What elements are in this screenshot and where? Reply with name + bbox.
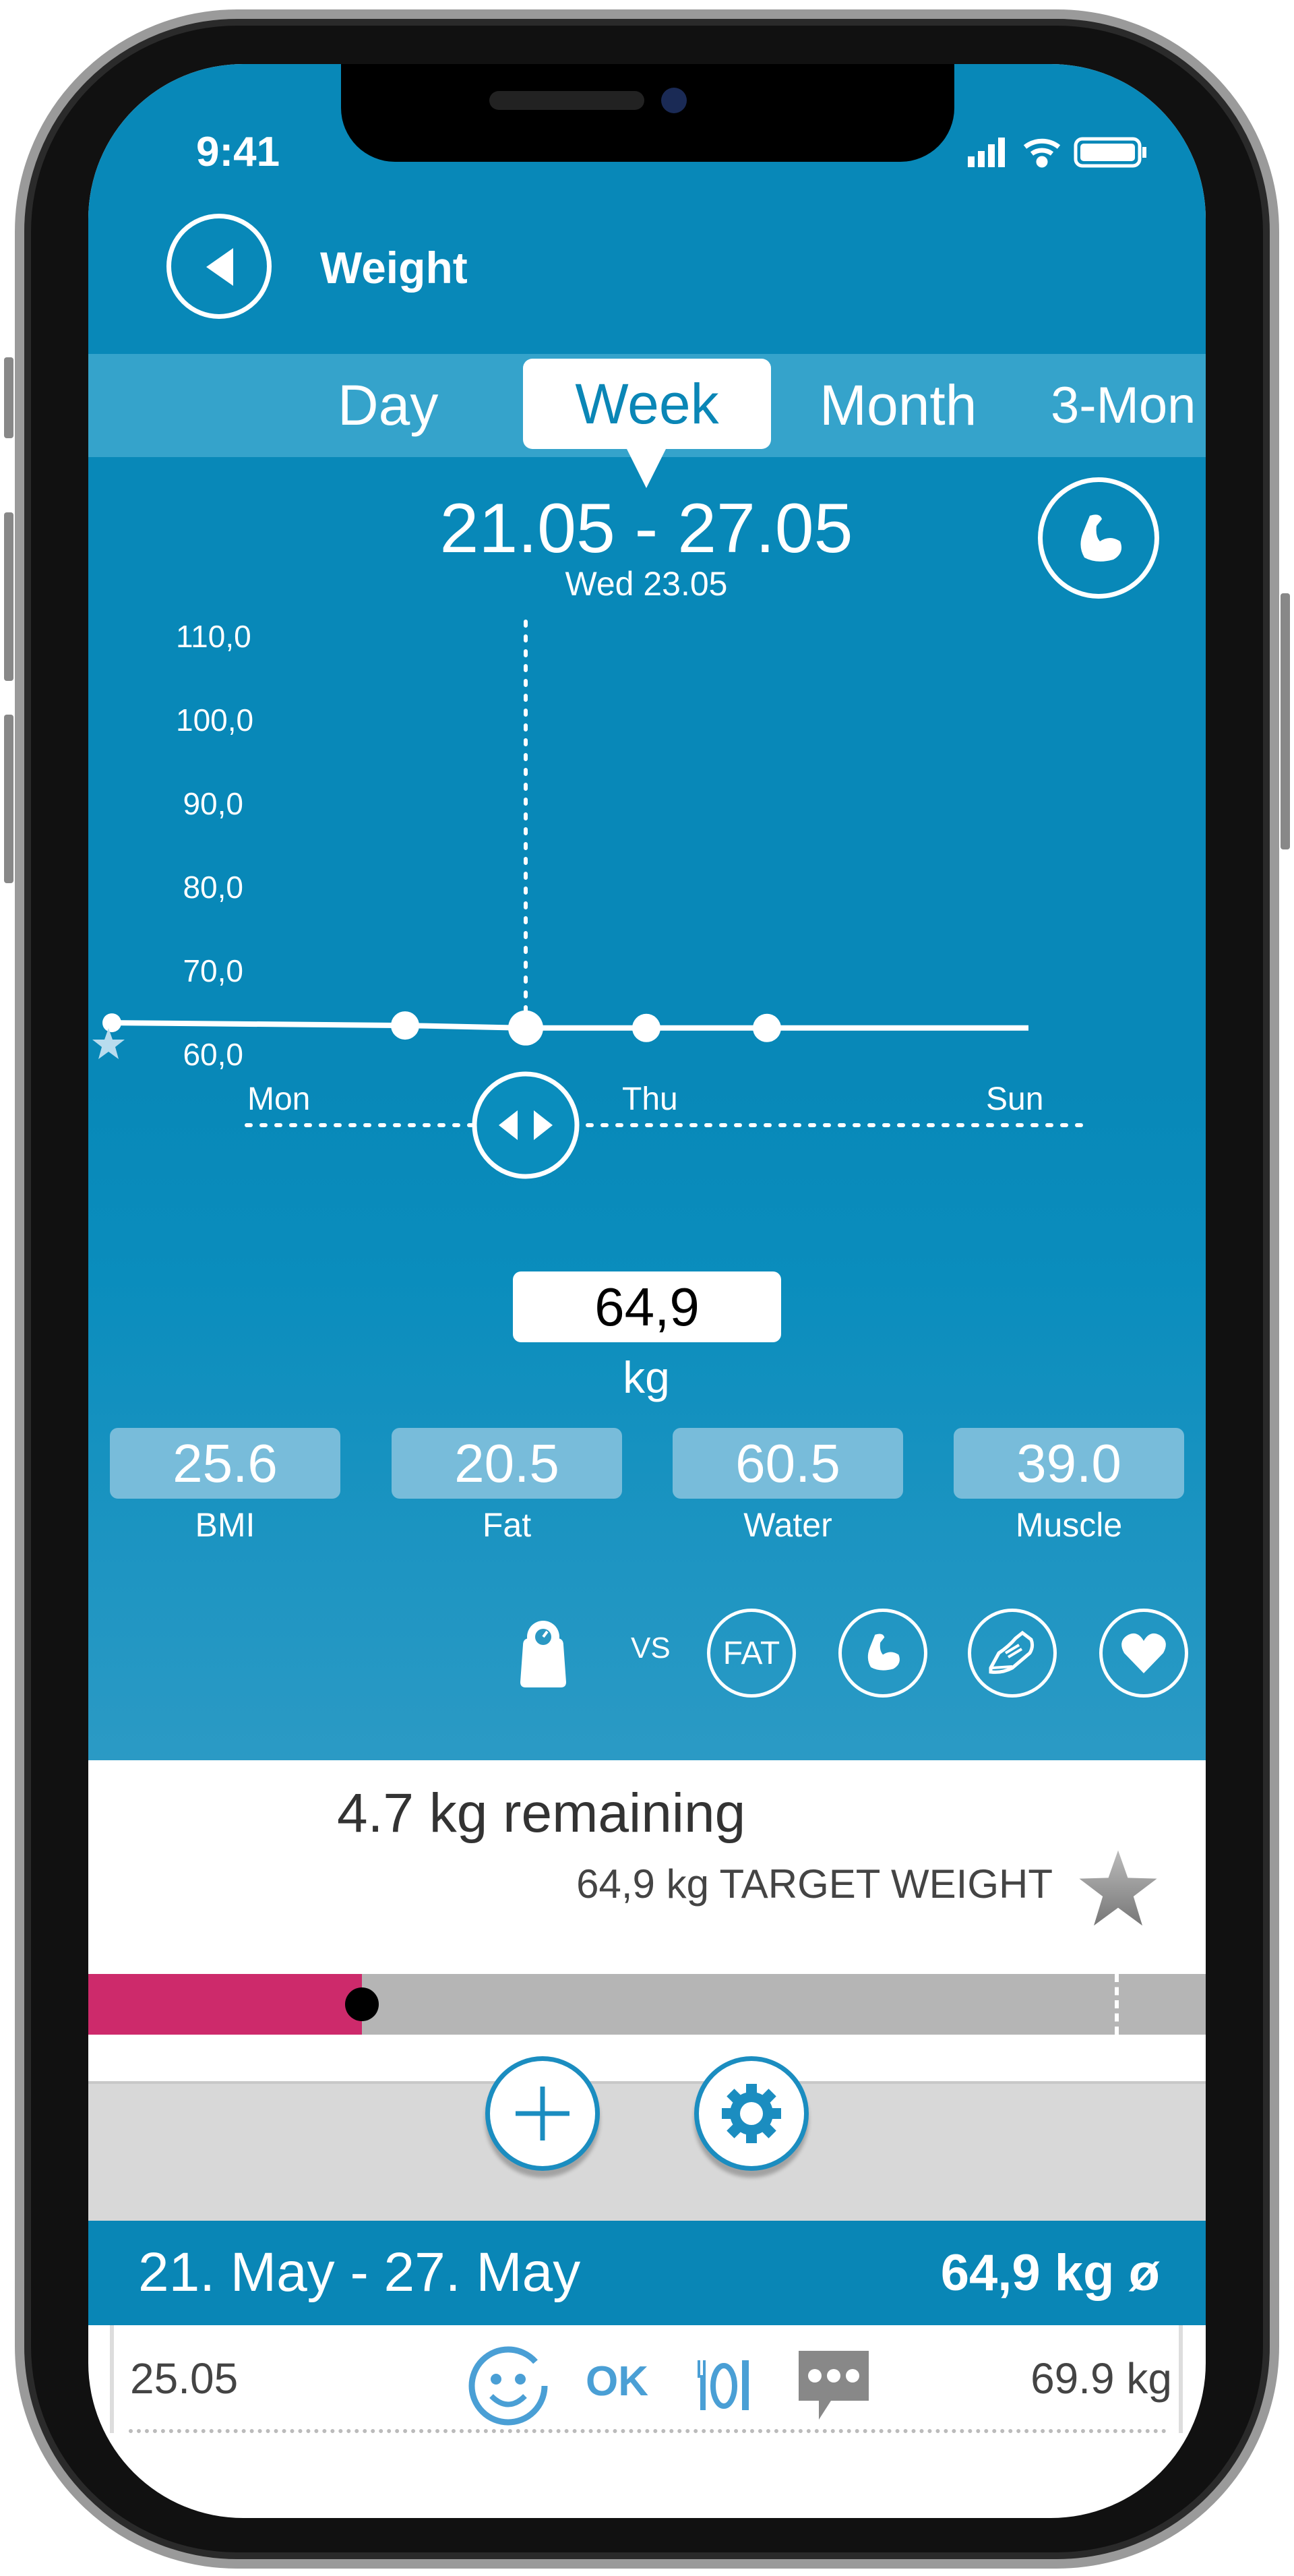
power-button: [1281, 593, 1290, 849]
action-bar: [88, 2081, 1206, 2221]
goal-progress-track: [88, 1974, 1206, 2035]
target-marker: [1115, 1974, 1119, 2035]
activity-compare-button[interactable]: [968, 1609, 1057, 1698]
plus-icon: [516, 2087, 569, 2140]
summary-range: 21. May - 27. May: [138, 2242, 581, 2303]
scale-icon[interactable]: [516, 1618, 570, 1689]
metric-bmi-label: BMI: [195, 1506, 255, 1544]
heart-icon: [1121, 1633, 1166, 1673]
goal-progress-fill: [88, 1974, 363, 2035]
comment-icon[interactable]: [793, 2345, 874, 2426]
heart-compare-button[interactable]: [1099, 1609, 1188, 1698]
target-star-icon: [1079, 1850, 1157, 1926]
current-weight-marker: [345, 1987, 379, 2021]
weight-value: 64,9: [513, 1271, 781, 1342]
metric-muscle-value: 39.0: [954, 1428, 1184, 1499]
row-divider: [129, 2429, 1167, 2433]
metric-muscle-label: Muscle: [1015, 1506, 1123, 1544]
shoe-icon: [989, 1630, 1035, 1674]
entry-weight: 69.9 kg: [1030, 2354, 1172, 2403]
data-point: [102, 1013, 121, 1033]
smiley-icon: [468, 2346, 548, 2426]
target-star-icon: [92, 1028, 125, 1059]
mood-label: OK: [586, 2358, 648, 2405]
remaining-text: 4.7 kg remaining: [337, 1783, 746, 1844]
volume-down-button: [4, 715, 13, 883]
settings-button[interactable]: [694, 2056, 809, 2171]
cutlery-icon: [698, 2360, 749, 2410]
metric-water-label: Water: [743, 1506, 832, 1544]
summary-average: 64,9 kg ø: [940, 2244, 1160, 2302]
metric-water-value: 60.5: [673, 1428, 903, 1499]
metric-bmi-value: 25.6: [110, 1428, 340, 1499]
entry-row[interactable]: 25.05 OK 69.9 kg: [110, 2325, 1183, 2433]
fat-icon: FAT: [722, 1635, 780, 1671]
data-point: [391, 1011, 419, 1040]
week-summary-bar: 21. May - 27. May 64,9 kg ø: [88, 2221, 1206, 2325]
weight-chart: [92, 620, 1090, 1179]
gear-icon: [718, 2080, 785, 2147]
volume-up-button: [4, 512, 13, 681]
data-point: [632, 1013, 660, 1042]
weight-unit: kg: [623, 1352, 670, 1402]
week-scroll-handle: [472, 1071, 580, 1179]
fat-compare-button[interactable]: FAT: [707, 1609, 796, 1698]
screen: 9:41 Weight Day Week Month 3-Mon 21.05 -…: [88, 64, 1206, 2518]
metric-fat-label: Fat: [482, 1506, 532, 1544]
data-point: [753, 1013, 781, 1042]
weight-line: [111, 1020, 1028, 1031]
target-weight-text: 64,9 kg TARGET WEIGHT: [576, 1861, 1053, 1907]
mute-switch: [4, 357, 13, 438]
vs-label: VS: [631, 1631, 671, 1665]
muscle-icon: [867, 1634, 900, 1671]
add-entry-button[interactable]: [485, 2056, 600, 2171]
metric-fat-value: 20.5: [392, 1428, 622, 1499]
entry-date: 25.05: [130, 2354, 239, 2403]
data-point: [508, 1010, 543, 1046]
muscle-compare-button[interactable]: [838, 1609, 927, 1698]
